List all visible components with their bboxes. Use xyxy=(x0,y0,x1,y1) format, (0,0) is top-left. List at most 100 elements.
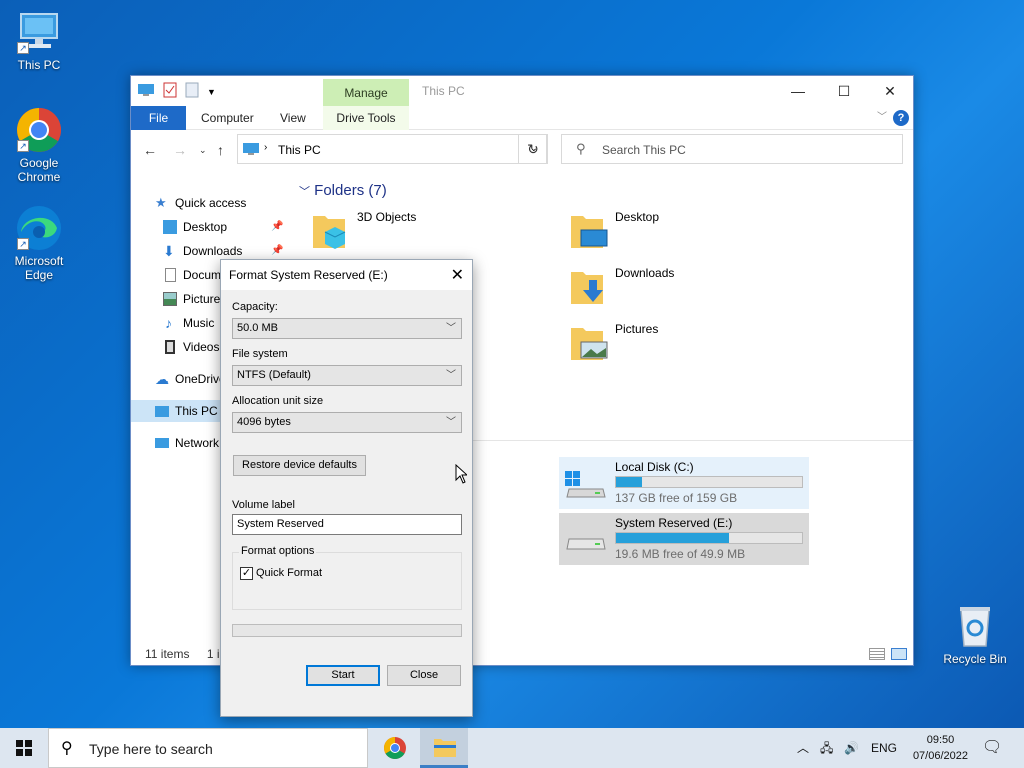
address-bar[interactable]: › This PC ⌄ xyxy=(237,134,547,164)
taskbar-search-box[interactable]: ⚲ Type here to search xyxy=(48,728,368,768)
folder-label: Desktop xyxy=(615,210,660,224)
close-button[interactable]: Close xyxy=(387,665,461,686)
drive-usage-fill xyxy=(616,533,730,543)
start-button[interactable]: Start xyxy=(306,665,380,686)
folder-label: 3D Objects xyxy=(357,210,417,224)
search-icon: ⚲ xyxy=(576,141,586,156)
folder-desktop[interactable]: Desktop xyxy=(569,204,809,254)
folders-group-header[interactable]: ﹀ Folders (7) xyxy=(299,182,387,199)
drive-icon xyxy=(565,527,607,551)
search-input[interactable]: Search This PC xyxy=(602,143,686,157)
folder-pictures[interactable]: Pictures xyxy=(569,316,809,366)
sidebar-item-desktop[interactable]: Desktop 📌 xyxy=(131,216,283,238)
tab-computer[interactable]: Computer xyxy=(201,106,254,130)
drive-system-reserved-e[interactable]: System Reserved (E:) 19.6 MB free of 49.… xyxy=(559,513,809,565)
sidebar-item-label: OneDrive xyxy=(175,372,226,386)
desktop-icon-chrome[interactable]: ↗ Google Chrome xyxy=(4,106,74,184)
properties-icon[interactable] xyxy=(163,82,177,101)
file-system-select[interactable]: NTFS (Default) ﹀ xyxy=(232,365,462,386)
format-progress-bar xyxy=(232,624,462,637)
large-icons-view-icon[interactable] xyxy=(891,648,907,660)
maximize-button[interactable]: ☐ xyxy=(821,76,867,106)
pin-icon[interactable]: 📌 xyxy=(271,216,283,238)
language-indicator[interactable]: ENG xyxy=(871,728,897,768)
desktop-folder-icon xyxy=(163,220,177,234)
volume-icon[interactable]: 🔊 xyxy=(844,728,859,768)
help-icon[interactable]: ? xyxy=(893,110,909,126)
network-icon[interactable]: 🖧 xyxy=(820,728,833,768)
allocation-unit-select[interactable]: 4096 bytes ﹀ xyxy=(232,412,462,433)
film-icon xyxy=(165,340,175,354)
shortcut-arrow-icon: ↗ xyxy=(17,238,29,250)
refresh-button[interactable]: ↻ xyxy=(518,134,548,164)
format-options-label: Format options xyxy=(239,545,317,557)
edge-icon: ↗ xyxy=(15,204,63,252)
3d-objects-folder-icon xyxy=(311,210,351,250)
folders-header-label: Folders (7) xyxy=(314,182,387,199)
volume-label-label: Volume label xyxy=(232,499,295,511)
taskbar-chrome-button[interactable] xyxy=(370,728,418,768)
sidebar-item-quick-access[interactable]: ★ Quick access xyxy=(131,192,279,214)
allocation-unit-value: 4096 bytes xyxy=(237,416,291,428)
desktop-icon-recycle-bin[interactable]: Recycle Bin xyxy=(940,602,1010,666)
clock[interactable]: 09:50 07/06/2022 xyxy=(913,732,968,764)
folder-downloads[interactable]: Downloads xyxy=(569,260,809,310)
picture-icon xyxy=(163,292,177,306)
star-icon: ★ xyxy=(155,195,167,210)
expand-ribbon-icon[interactable]: ﹀ xyxy=(877,106,887,130)
chevron-down-icon: ﹀ xyxy=(446,417,456,428)
notifications-icon[interactable]: 🗨 xyxy=(982,728,1002,768)
breadcrumb-chevron-icon[interactable]: › xyxy=(264,142,267,153)
start-button[interactable] xyxy=(0,728,48,768)
volume-label-input[interactable]: System Reserved xyxy=(232,514,462,535)
taskbar-file-explorer-button[interactable] xyxy=(420,728,468,768)
item-count: 11 items xyxy=(145,647,190,661)
new-folder-icon[interactable] xyxy=(185,82,199,101)
minimize-button[interactable]: — xyxy=(775,76,821,106)
desktop-icon-this-pc[interactable]: ↗ This PC xyxy=(4,8,74,72)
forward-arrow-icon[interactable]: → xyxy=(173,142,187,158)
tab-view[interactable]: View xyxy=(280,106,306,130)
desktop-icon-label: Google Chrome xyxy=(17,156,61,184)
downloads-folder-icon xyxy=(569,266,609,306)
status-bar: 11 items 1 i xyxy=(145,647,220,661)
format-options-group: Format options ✓ Quick Format xyxy=(232,545,462,610)
quick-format-label[interactable]: Quick Format xyxy=(256,567,322,579)
file-system-value: NTFS (Default) xyxy=(237,369,311,381)
selected-count: 1 i xyxy=(206,647,220,661)
drive-free-space: 137 GB free of 159 GB xyxy=(615,491,738,505)
drive-local-disk-c[interactable]: Local Disk (C:) 137 GB free of 159 GB xyxy=(559,457,809,509)
drive-free-space: 19.6 MB free of 49.9 MB xyxy=(615,547,746,561)
drive-name: Local Disk (C:) xyxy=(615,460,694,474)
drive-name: System Reserved (E:) xyxy=(615,516,733,530)
chevron-down-icon: ﹀ xyxy=(446,370,456,381)
close-window-button[interactable]: ✕ xyxy=(867,76,913,106)
monitor-icon xyxy=(155,406,169,417)
windows-drive-icon xyxy=(565,471,607,498)
customize-toolbar-icon[interactable]: ▼ xyxy=(207,87,216,97)
restore-defaults-button[interactable]: Restore device defaults xyxy=(233,455,366,476)
mouse-cursor-icon xyxy=(455,463,469,487)
folder-3d-objects[interactable]: 3D Objects xyxy=(311,204,551,254)
show-hidden-icons-icon[interactable]: ︿ xyxy=(797,728,809,768)
window-title: This PC xyxy=(422,84,465,98)
desktop-icon-edge[interactable]: ↗ Microsoft Edge xyxy=(4,204,74,282)
taskbar-search-input[interactable]: Type here to search xyxy=(89,741,213,757)
cloud-icon: ☁ xyxy=(155,371,169,387)
allocation-unit-label: Allocation unit size xyxy=(232,395,324,407)
this-pc-small-icon xyxy=(242,142,260,159)
tab-file[interactable]: File xyxy=(131,106,186,130)
capacity-select[interactable]: 50.0 MB ﹀ xyxy=(232,318,462,339)
up-arrow-icon[interactable]: ↑ xyxy=(217,142,224,158)
tab-drive-tools[interactable]: Drive Tools xyxy=(323,106,409,130)
manage-contextual-tab[interactable]: Manage xyxy=(323,79,409,107)
clock-time: 09:50 xyxy=(926,734,955,746)
sidebar-item-label: Music xyxy=(183,316,215,330)
search-box[interactable]: ⚲ Search This PC xyxy=(561,134,903,164)
back-arrow-icon[interactable]: ← xyxy=(143,142,157,158)
details-view-icon[interactable] xyxy=(869,648,885,660)
quick-format-checkbox[interactable]: ✓ xyxy=(240,567,253,580)
close-icon[interactable]: ✕ xyxy=(451,265,464,285)
recent-locations-icon[interactable]: ⌄ xyxy=(199,145,207,156)
shortcut-arrow-icon: ↗ xyxy=(17,140,29,152)
